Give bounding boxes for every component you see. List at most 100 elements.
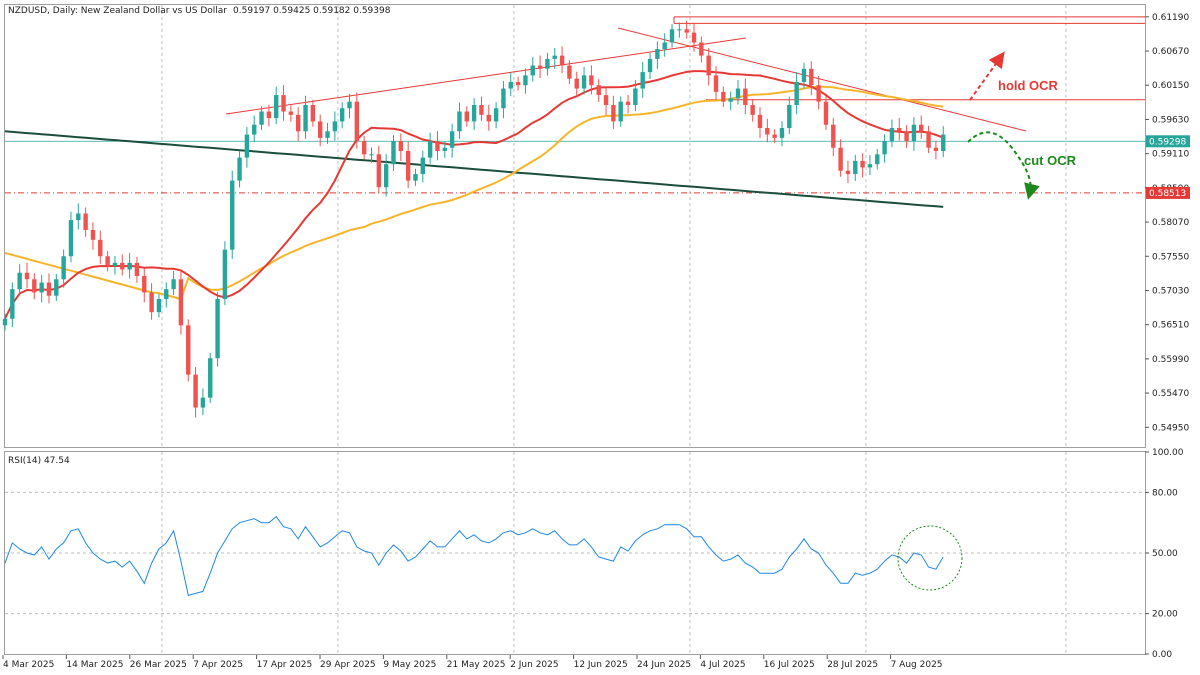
candlesticks [2,20,946,418]
chart-header-ohlc: 0.59197 0.59425 0.59182 0.59398 [233,6,391,16]
candle-bear [574,78,579,89]
candle-bear [486,114,491,122]
candle-bear [281,95,286,112]
candle-bear [317,121,323,138]
candle-bull [391,141,396,165]
candle-bull [735,88,741,99]
candle-bull [200,397,206,408]
candle-bear [750,104,755,115]
x-tick-label: 2 Jun 2025 [510,660,558,670]
main-pane-frame [4,4,1146,448]
y-tick-label: 0.58070 [1152,218,1189,228]
hold-ocr-label: hold OCR [998,78,1059,93]
candle-bull [156,299,162,313]
candle-bull [640,72,645,89]
candle-bull [413,174,418,181]
candle-bull [252,124,257,135]
price-axis[interactable]: 0.61190 0.60670 0.60150 0.59630 0.59110 0.585… [1145,13,1190,433]
candle-bear [721,91,726,102]
annotations: hold OCR cut OCR [967,51,1077,200]
trading-chart[interactable]: 0.61190 0.60670 0.60150 0.59630 0.59110 0.585… [0,0,1200,675]
candle-bear [435,141,440,152]
candle-bear [765,127,770,135]
candle-bull [347,101,352,109]
candle-bear [120,262,125,270]
y-tick-label: 0.55470 [1152,389,1189,399]
candle-bear [142,275,147,293]
candle-bear [596,85,601,96]
candle-bear [83,213,88,230]
candle-bull [164,289,169,300]
candle-bull [449,131,455,148]
rsi-tick-label: 50.00 [1152,549,1178,559]
candle-bear [24,272,30,280]
candle-bull [244,134,250,158]
candle-bull [941,134,946,152]
candle-bull [618,101,623,122]
candle-bull [457,111,462,132]
candle-bear [897,127,902,132]
candle-bear [405,151,411,181]
candle-bear [919,124,924,132]
candle-bull [222,249,228,300]
candle-bull [853,160,858,175]
candle-bear [684,29,689,33]
candle-bull [171,279,176,290]
y-tick-label: 0.56510 [1152,321,1189,331]
rsi-tick-label: 0.00 [1152,650,1172,660]
candle-bull [332,121,338,132]
candle-bull [17,272,22,290]
candle-bull [303,104,308,132]
rsi-tick-label: 100.00 [1152,448,1184,458]
candle-bear [186,325,191,375]
candle-bull [427,141,433,158]
candle-bear [559,55,565,66]
y-tick-label: 0.57550 [1152,252,1189,262]
candle-bear [699,42,704,56]
candle-bear [178,279,184,326]
candle-bull [325,131,330,138]
x-tick-label: 16 Jul 2025 [764,660,815,670]
candle-bear [757,114,763,128]
x-tick-label: 7 Apr 2025 [193,660,243,670]
candle-bear [845,170,851,175]
rsi-axis[interactable]: 100.00 80.00 50.00 20.00 0.00 [1145,448,1184,660]
candle-bear [149,292,154,313]
candle-bear [398,141,404,152]
candle-bull [369,154,374,156]
candle-bull [779,127,785,138]
candle-bull [39,282,44,293]
candle-bear [296,114,301,132]
candle-bear [376,154,382,188]
time-axis[interactable]: 4 Mar 2025 14 Mar 2025 26 Mar 2025 7 Apr 20… [2,655,943,670]
candle-bear [904,131,909,142]
candle-bear [361,141,367,155]
candle-bull [552,55,557,59]
x-tick-label: 4 Mar 2025 [3,660,54,670]
y-tick-label: 0.60150 [1152,81,1189,91]
rsi-highlight-circle [897,525,963,591]
candle-bear [266,111,272,119]
current-price-badge: 0.59298 [1149,137,1186,147]
candle-bull [889,127,895,142]
candle-bear [134,262,140,276]
candle-bull [633,88,638,105]
candle-bull [54,279,59,296]
candle-bear [32,279,37,293]
candle-bull [442,147,447,152]
candle-bull [230,180,235,250]
candle-bull [471,104,477,122]
candle-bull [728,98,733,102]
y-tick-label: 0.60670 [1152,47,1189,57]
x-tick-label: 12 Jun 2025 [574,660,628,670]
x-tick-label: 21 May 2025 [447,660,506,670]
y-tick-label: 0.57030 [1152,286,1189,296]
candle-bull [508,81,513,89]
cut-ocr-label: cut OCR [1024,153,1077,168]
candle-bear [933,147,939,152]
candle-bull [794,81,799,105]
candle-bear [589,75,594,86]
candle-bull [911,124,917,142]
rsi-tick-label: 80.00 [1152,488,1178,498]
chart-header-title: NZDUSD, Daily: New Zealand Dollar vs US … [8,6,227,16]
